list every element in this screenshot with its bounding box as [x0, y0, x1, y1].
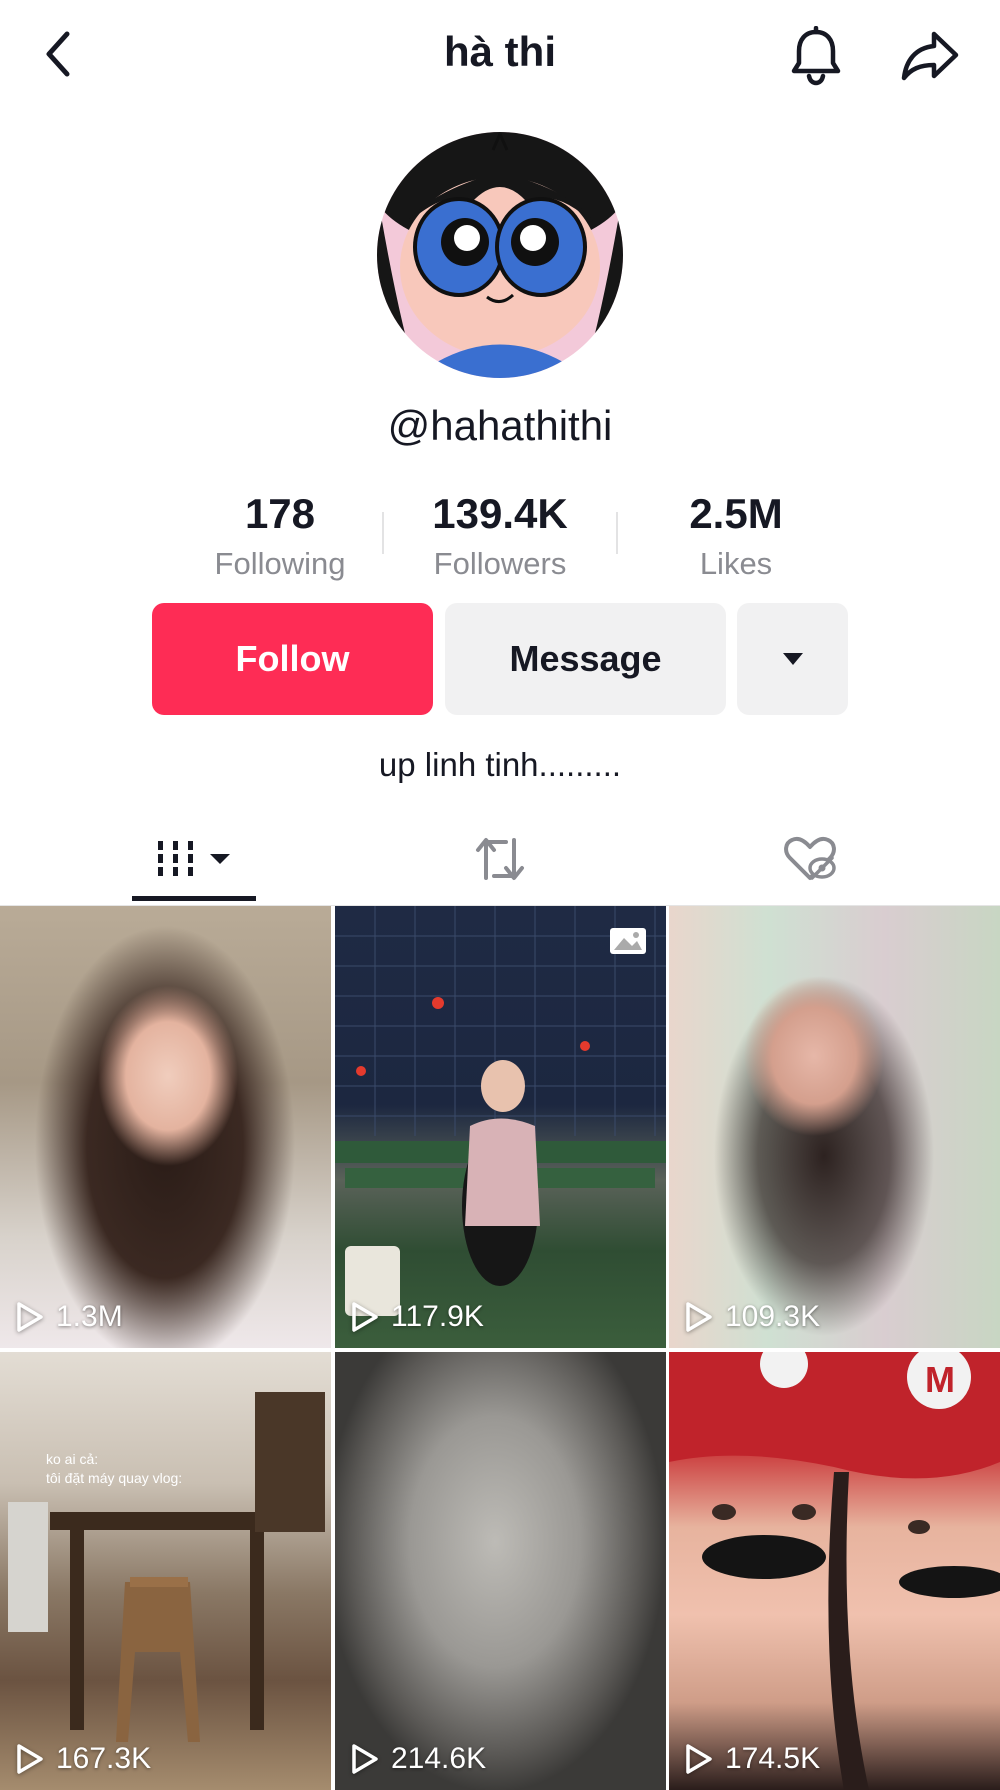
avatar[interactable] — [377, 132, 623, 378]
username-handle: @hahathithi — [387, 402, 613, 449]
view-count-text: 214.6K — [391, 1742, 487, 1775]
wall-texture — [335, 906, 666, 1316]
room-scene — [8, 1392, 325, 1742]
repost-icon — [476, 838, 524, 880]
likes-count: 2.5M — [689, 490, 783, 537]
mario-filter-scene: M — [669, 1352, 1000, 1790]
following-count: 178 — [244, 490, 316, 537]
stat-following[interactable]: 178 Following — [170, 488, 390, 586]
cartoon-avatar — [377, 132, 623, 378]
photo-icon — [610, 928, 646, 954]
share-button[interactable] — [898, 24, 962, 88]
profile-stats: 178 Following 139.4K Followers 2.5M Like… — [170, 488, 830, 588]
stat-divider — [616, 512, 618, 554]
play-icon — [17, 1744, 43, 1774]
stat-divider — [382, 512, 384, 554]
svg-text:M: M — [925, 1359, 955, 1400]
more-options-button[interactable] — [737, 603, 848, 715]
view-count: 117.9K — [351, 1300, 484, 1334]
video-thumbnail[interactable]: 214.6K — [335, 1352, 666, 1790]
stat-likes[interactable]: 2.5M Likes — [626, 488, 846, 586]
play-icon — [352, 1744, 378, 1774]
notifications-button[interactable] — [786, 24, 846, 88]
play-icon — [352, 1302, 378, 1332]
video-caption: ko ai cả: tôi đặt máy quay vlog: — [46, 1450, 182, 1488]
view-count: 174.5K — [685, 1742, 820, 1776]
share-arrow-icon — [901, 31, 959, 81]
view-count: 1.3M — [16, 1300, 123, 1334]
page-title: hà thi — [444, 28, 556, 75]
grid-bars-icon — [158, 841, 230, 876]
play-icon — [686, 1302, 712, 1332]
follow-button[interactable]: Follow — [152, 603, 433, 715]
view-count-text: 167.3K — [56, 1742, 152, 1775]
heart-hidden-icon — [784, 836, 836, 880]
followers-count: 139.4K — [432, 490, 568, 537]
caret-down-icon — [782, 653, 803, 665]
likes-label: Likes — [699, 546, 773, 581]
play-icon — [686, 1744, 712, 1774]
top-bar: hà thi — [0, 0, 1000, 110]
video-thumbnail[interactable]: 1.3M — [0, 906, 331, 1348]
tab-reposts[interactable] — [440, 812, 560, 906]
view-count-text: 117.9K — [391, 1300, 484, 1333]
following-label: Following — [214, 546, 346, 581]
active-tab-indicator — [132, 896, 256, 901]
tab-liked[interactable] — [750, 812, 870, 906]
message-button[interactable]: Message — [445, 603, 726, 715]
view-count: 167.3K — [16, 1742, 151, 1776]
video-thumbnail[interactable]: 117.9K — [335, 906, 666, 1348]
view-count-text: 1.3M — [56, 1300, 123, 1333]
tab-videos[interactable] — [132, 812, 256, 906]
view-count: 214.6K — [351, 1742, 486, 1776]
view-count-text: 109.3K — [725, 1300, 821, 1333]
video-thumbnail[interactable]: ko ai cả: tôi đặt máy quay vlog: 167.3K — [0, 1352, 331, 1790]
profile-bio: up linh tinh......... — [378, 746, 622, 783]
play-icon — [17, 1302, 43, 1332]
video-thumbnail[interactable]: M 174.5K — [669, 1352, 1000, 1790]
bell-icon — [791, 26, 841, 86]
view-count-text: 174.5K — [725, 1742, 821, 1775]
view-count: 109.3K — [685, 1300, 820, 1334]
stat-followers[interactable]: 139.4K Followers — [390, 488, 610, 586]
video-grid: 1.3M 117.9K 109.3K ko ai cả: tôi đặt máy… — [0, 906, 1000, 1790]
caption-line: ko ai cả: — [46, 1451, 99, 1467]
caption-line: tôi đặt máy quay vlog: — [46, 1470, 183, 1486]
followers-label: Followers — [433, 546, 567, 581]
video-thumbnail[interactable]: 109.3K — [669, 906, 1000, 1348]
content-tabs — [0, 812, 1000, 906]
